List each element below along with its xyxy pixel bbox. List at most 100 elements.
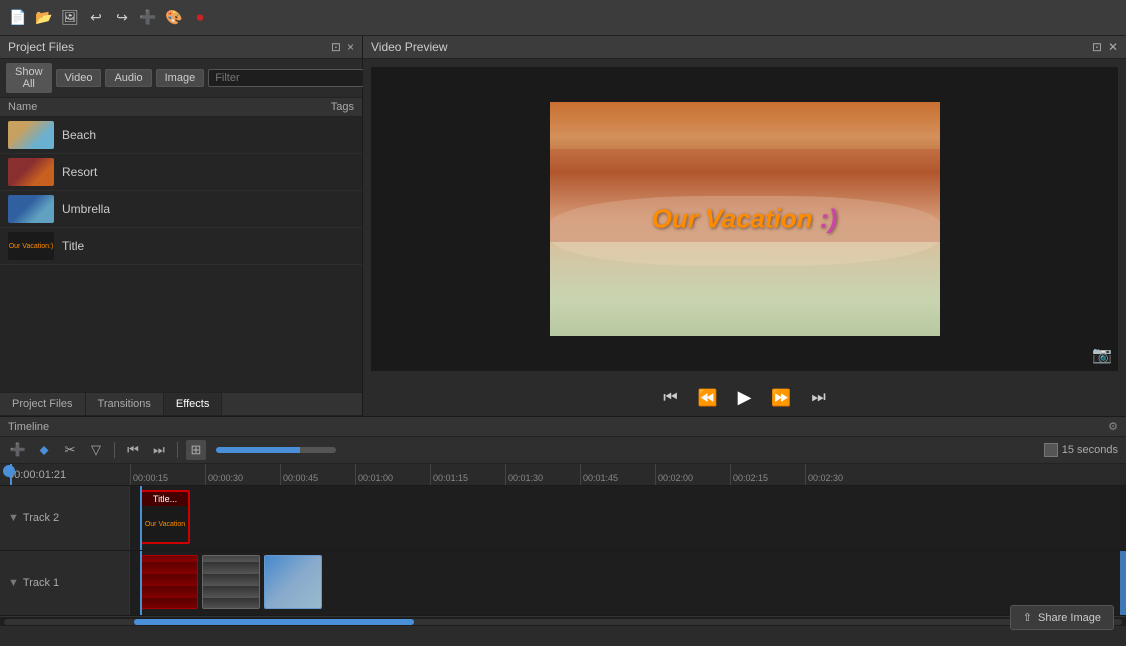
title-clip-thumb: Our Vacation xyxy=(142,506,188,542)
file-thumbnail-umbrella xyxy=(8,195,54,223)
fast-forward-button[interactable]: ⏩ xyxy=(767,386,795,410)
track-2-content[interactable]: Title... Our Vacation xyxy=(130,486,1126,550)
track-scroll-indicator xyxy=(1120,551,1126,615)
fullscreen-icon[interactable]: ⊡ xyxy=(1092,40,1102,54)
list-item[interactable]: Our Vacation:) Title xyxy=(0,228,362,265)
file-thumbnail-title: Our Vacation:) xyxy=(8,232,54,260)
main-area: Project Files ⊡ × Show All Video Audio I… xyxy=(0,36,1126,416)
share-icon: ⇧ xyxy=(1023,611,1032,624)
video-filter-button[interactable]: Video xyxy=(56,69,102,87)
prev-marker-icon[interactable]: ⏮ xyxy=(123,440,143,460)
track-1-collapse-icon[interactable]: ▼ xyxy=(8,577,19,589)
open-folder-icon[interactable]: 📂 xyxy=(34,8,54,28)
ruler-mark: 00:01:30 xyxy=(505,464,580,485)
right-panel: Video Preview ⊡ ✕ Our Vacation :) 📷 xyxy=(363,36,1126,416)
effects-icon[interactable]: 🎨 xyxy=(164,8,184,28)
filter-timeline-icon[interactable]: ▽ xyxy=(86,440,106,460)
video-clip-1[interactable] xyxy=(140,555,198,609)
add-track-icon[interactable]: ➕ xyxy=(8,440,28,460)
skip-to-end-button[interactable]: ⏭ xyxy=(807,387,829,409)
zoom-label: 15 seconds xyxy=(1044,443,1118,457)
new-file-icon[interactable]: 📄 xyxy=(8,8,28,28)
tab-project-files[interactable]: Project Files xyxy=(0,393,86,415)
track-2-row: ▼ Track 2 Title... Our Vacation xyxy=(0,486,1126,551)
track-1-row: ▼ Track 1 xyxy=(0,551,1126,616)
left-panel-header: Project Files ⊡ × xyxy=(0,36,362,59)
list-item[interactable]: Beach xyxy=(0,117,362,154)
cut-icon[interactable]: ✂ xyxy=(60,440,80,460)
track-2-name: Track 2 xyxy=(23,512,59,524)
track-2-label: ▼ Track 2 xyxy=(0,486,130,550)
video-clip-2[interactable] xyxy=(202,555,260,609)
screenshot-icon[interactable]: 🖼 xyxy=(60,8,80,28)
close-panel-icon[interactable]: × xyxy=(347,40,354,54)
title-clip-label: Title... xyxy=(142,492,188,506)
close-preview-icon[interactable]: ✕ xyxy=(1108,40,1118,54)
zoom-slider[interactable] xyxy=(216,447,336,453)
video-clip-3[interactable] xyxy=(264,555,322,609)
share-label: Share Image xyxy=(1038,612,1101,624)
list-item[interactable]: Umbrella xyxy=(0,191,362,228)
record-icon[interactable]: ⏺ xyxy=(190,8,210,28)
rewind-button[interactable]: ⏪ xyxy=(694,386,722,410)
share-image-button[interactable]: ⇧ Share Image xyxy=(1010,605,1114,630)
ruler-mark: 00:00:45 xyxy=(280,464,355,485)
title-clip[interactable]: Title... Our Vacation xyxy=(140,490,190,544)
list-item[interactable]: Resort xyxy=(0,154,362,191)
image-filter-button[interactable]: Image xyxy=(156,69,205,87)
timeline-title: Timeline xyxy=(8,421,49,433)
ruler-playhead-diamond xyxy=(3,465,15,477)
undo-icon[interactable]: ↩ xyxy=(86,8,106,28)
track-2-collapse-icon[interactable]: ▼ xyxy=(8,512,19,524)
video-frame: Our Vacation :) xyxy=(550,102,940,336)
filter-input[interactable] xyxy=(208,69,364,87)
file-list: Beach Resort Umbrella Our Vacation:) Tit… xyxy=(0,117,362,392)
scrollbar-thumb[interactable] xyxy=(134,619,414,625)
redo-icon[interactable]: ↪ xyxy=(112,8,132,28)
zoom-box xyxy=(1044,443,1058,457)
play-button[interactable]: ▶ xyxy=(734,385,756,410)
timecode-display: 00:00:01:21 xyxy=(8,469,66,481)
top-toolbar: 📄 📂 🖼 ↩ ↪ ➕ 🎨 ⏺ xyxy=(0,0,1126,36)
video-preview-header: Video Preview ⊡ ✕ xyxy=(363,36,1126,59)
file-list-header: Name Tags xyxy=(0,98,362,117)
ripple-edit-icon[interactable]: ⬥ xyxy=(34,440,54,460)
file-thumbnail-resort xyxy=(8,158,54,186)
skip-to-start-button[interactable]: ⏮ xyxy=(659,387,681,409)
toolbar-separator xyxy=(114,442,115,458)
video-overlay-text: Our Vacation :) xyxy=(652,204,837,235)
snap-icon[interactable]: ⊞ xyxy=(186,440,206,460)
ruler-mark: 00:00:30 xyxy=(205,464,280,485)
project-files-title: Project Files xyxy=(8,40,74,54)
ruler-mark: 00:01:00 xyxy=(355,464,430,485)
ruler-mark: 00:02:00 xyxy=(655,464,730,485)
show-all-button[interactable]: Show All xyxy=(6,63,52,93)
ruler-mark: 00:00:15 xyxy=(130,464,205,485)
timeline-section: Timeline ⚙ ➕ ⬥ ✂ ▽ ⏮ ⏭ ⊞ 15 seconds 00:0… xyxy=(0,416,1126,646)
tab-effects[interactable]: Effects xyxy=(164,393,222,415)
file-name-title: Title xyxy=(62,239,84,253)
scrollbar-track[interactable] xyxy=(4,619,1122,625)
file-name-beach: Beach xyxy=(62,128,96,142)
detach-icon[interactable]: ⊡ xyxy=(331,40,341,54)
filter-row: Show All Video Audio Image ✕ xyxy=(0,59,362,98)
ruler-mark: 00:02:15 xyxy=(730,464,805,485)
snapshot-icon[interactable]: 📷 xyxy=(1092,345,1112,365)
track1-playhead xyxy=(140,551,142,615)
column-name: Name xyxy=(8,101,274,113)
next-marker-icon[interactable]: ⏭ xyxy=(149,440,169,460)
video-preview-area: Our Vacation :) 📷 xyxy=(371,67,1118,371)
ruler-marks: 00:00:15 00:00:30 00:00:45 00:01:00 00:0… xyxy=(130,464,880,485)
track-1-content[interactable] xyxy=(130,551,1126,615)
tracks-area: ▼ Track 2 Title... Our Vacation ▼ Track … xyxy=(0,486,1126,646)
timeline-settings-icon[interactable]: ⚙ xyxy=(1108,420,1118,433)
column-tags: Tags xyxy=(274,101,354,113)
track2-playhead xyxy=(140,486,142,550)
audio-filter-button[interactable]: Audio xyxy=(105,69,151,87)
timeline-ruler[interactable]: 00:00:01:21 00:00:15 00:00:30 00:00:45 0… xyxy=(0,464,1126,486)
timeline-scrollbar[interactable] xyxy=(0,616,1126,626)
add-clip-icon[interactable]: ➕ xyxy=(138,8,158,28)
file-name-resort: Resort xyxy=(62,165,97,179)
tab-transitions[interactable]: Transitions xyxy=(86,393,164,415)
timeline-toolbar: ➕ ⬥ ✂ ▽ ⏮ ⏭ ⊞ 15 seconds xyxy=(0,437,1126,464)
